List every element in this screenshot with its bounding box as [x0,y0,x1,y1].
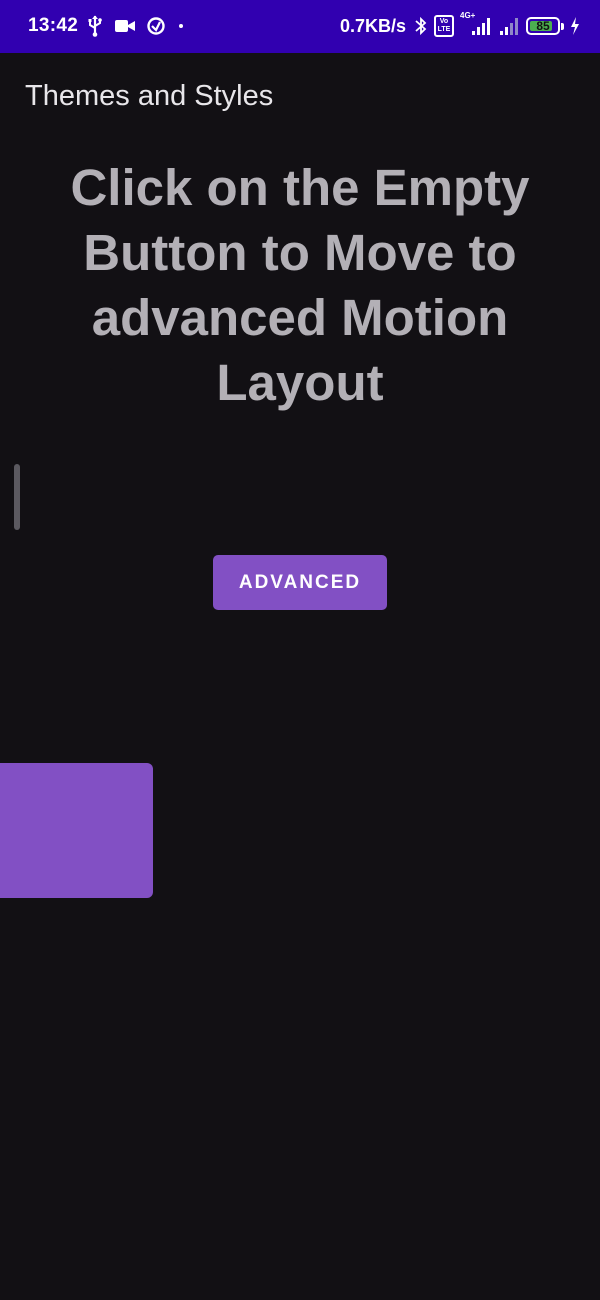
volte-icon: Vo LTE [434,15,454,37]
bluetooth-icon [414,16,428,36]
scroll-indicator[interactable] [14,464,20,530]
video-camera-icon [114,18,136,34]
signal-icon [498,15,520,37]
battery-level: 85 [536,19,550,33]
network-speed: 0.7KB/s [339,15,406,36]
network-type-label: 4G+ [460,11,476,20]
status-right-icons: 0.7KB/s Vo LTE 4G+ 85 [339,11,580,40]
status-left-icons [86,14,186,38]
usb-icon [86,15,104,37]
app-title: Themes and Styles [25,80,274,112]
advanced-button[interactable]: ADVANCED [213,555,387,610]
battery-icon: 85 [526,17,564,35]
status-time: 13:42 [28,15,79,36]
empty-motion-button[interactable] [0,763,153,898]
instruction-headline: Click on the Empty Button to Move to adv… [70,159,530,411]
dot-icon [176,21,186,31]
charging-bolt-icon [570,17,580,35]
status-bar: 13:42 0.7KB/s Vo LTE 4G+ 85 [0,0,600,53]
signal-4g-icon: 4G+ [460,11,492,37]
data-saver-icon [146,16,166,36]
